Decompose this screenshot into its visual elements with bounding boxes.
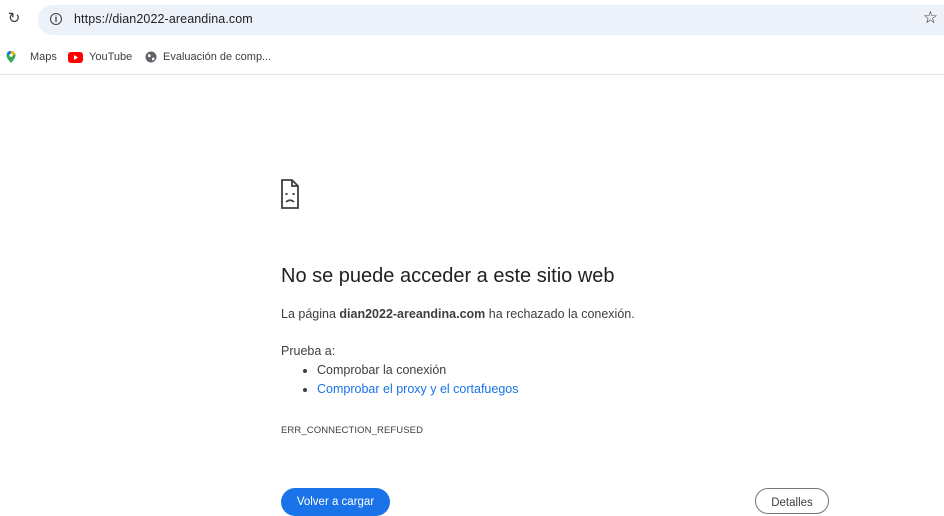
bookmarks-bar: Maps YouTube Evaluación de comp... <box>0 44 944 70</box>
bookmark-label: Evaluación de comp... <box>163 51 272 63</box>
desc-suffix: ha rechazado la conexión. <box>485 307 635 321</box>
bookmark-evaluacion[interactable]: Evaluación de comp... <box>145 48 271 66</box>
try-label: Prueba a: <box>281 344 336 358</box>
bookmark-label: YouTube <box>89 51 133 63</box>
toolbar-divider <box>0 74 944 75</box>
bookmark-maps[interactable]: Maps <box>0 48 57 66</box>
error-description: La página dian2022-areandina.com ha rech… <box>281 307 635 321</box>
address-bar[interactable]: i https://dian2022-areandina.com ☆ <box>38 5 944 35</box>
suggestion-check-proxy[interactable]: Comprobar el proxy y el cortafuegos <box>317 382 518 396</box>
error-domain: dian2022-areandina.com <box>339 307 486 321</box>
bookmark-youtube[interactable]: YouTube <box>68 48 132 66</box>
details-button[interactable]: Detalles <box>755 488 829 514</box>
reload-icon[interactable]: ↻ <box>4 9 24 29</box>
suggestion-check-connection: Comprobar la conexión <box>317 363 518 377</box>
proxy-link[interactable]: Comprobar el proxy y el cortafuegos <box>317 382 518 396</box>
url-text[interactable]: https://dian2022-areandina.com <box>74 12 253 26</box>
youtube-icon <box>68 51 83 63</box>
error-code: ERR_CONNECTION_REFUSED <box>281 425 424 436</box>
globe-icon <box>145 51 157 63</box>
suggestions-list: Comprobar la conexión Comprobar el proxy… <box>299 363 518 401</box>
star-icon[interactable]: ☆ <box>923 8 938 28</box>
browser-toolbar: ↻ i https://dian2022-areandina.com ☆ <box>0 0 944 38</box>
desc-prefix: La página <box>281 307 340 321</box>
info-icon[interactable]: i <box>50 13 62 25</box>
bookmark-label: Maps <box>30 51 57 63</box>
error-title: No se puede acceder a este sitio web <box>281 265 615 287</box>
sad-page-icon <box>281 179 299 209</box>
maps-icon <box>6 51 16 63</box>
